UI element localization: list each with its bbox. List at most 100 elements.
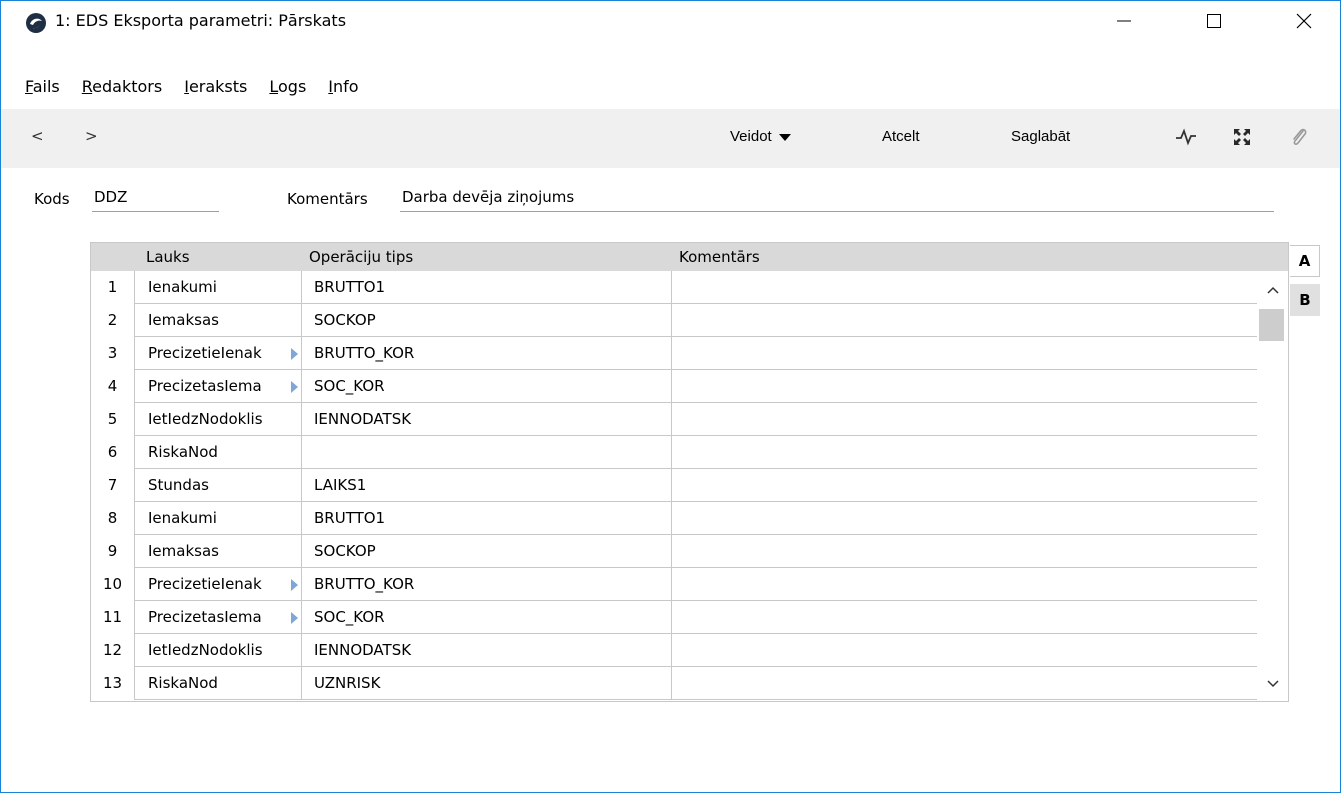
menu-fails[interactable]: Fails xyxy=(25,77,60,103)
cell-lauks[interactable]: IetIedzNodoklis xyxy=(134,403,301,436)
table-row[interactable]: 3 PrecizetieIenak BRUTTO_KOR xyxy=(91,337,1257,370)
cell-operaciju-tips[interactable]: SOC_KOR xyxy=(301,370,671,403)
title-bar: 1: EDS Eksporta parametri: Pārskats xyxy=(1,1,1340,45)
table-row[interactable]: 4 PrecizetasIema SOC_KOR xyxy=(91,370,1257,403)
next-record-button[interactable]: > xyxy=(85,127,98,145)
cell-lauks[interactable]: PrecizetieIenak xyxy=(134,337,301,370)
cell-operaciju-tips-text: IENNODATSK xyxy=(314,641,412,659)
row-number-text: 1 xyxy=(107,278,118,296)
cell-komentars[interactable] xyxy=(671,403,1257,436)
close-icon xyxy=(1296,13,1312,33)
cell-operaciju-tips[interactable]: SOCKOP xyxy=(301,535,671,568)
table-row[interactable]: 12 IetIedzNodoklis IENNODATSK xyxy=(91,634,1257,667)
row-number: 13 xyxy=(91,667,134,700)
cell-operaciju-tips[interactable]: BRUTTO_KOR xyxy=(301,568,671,601)
table-row[interactable]: 11 PrecizetasIema SOC_KOR xyxy=(91,601,1257,634)
table-row[interactable]: 13 RiskaNod UZNRISK xyxy=(91,667,1257,700)
scroll-up-icon[interactable] xyxy=(1257,281,1288,299)
table-row[interactable]: 2 Iemaksas SOCKOP xyxy=(91,304,1257,337)
table-row[interactable]: 1 Ienakumi BRUTTO1 xyxy=(91,271,1257,304)
table-row[interactable]: 9 Iemaksas SOCKOP xyxy=(91,535,1257,568)
cell-lauks-text: PrecizetasIema xyxy=(148,377,262,395)
cell-komentars[interactable] xyxy=(671,667,1257,700)
table-row[interactable]: 8 Ienakumi BRUTTO1 xyxy=(91,502,1257,535)
cell-komentars[interactable] xyxy=(671,436,1257,469)
column-header-lauks[interactable]: Lauks xyxy=(146,248,190,266)
cell-komentars[interactable] xyxy=(671,502,1257,535)
previous-record-button[interactable]: < xyxy=(31,127,44,145)
minimize-button[interactable] xyxy=(1101,1,1147,45)
cell-operaciju-tips-text: LAIKS1 xyxy=(314,476,367,494)
row-number: 9 xyxy=(91,535,134,568)
table-row[interactable]: 5 IetIedzNodoklis IENNODATSK xyxy=(91,403,1257,436)
save-button[interactable]: Saglabāt xyxy=(1011,128,1070,145)
cell-lauks-text: PrecizetieIenak xyxy=(148,575,262,593)
vertical-scrollbar[interactable] xyxy=(1257,271,1288,701)
code-label: Kods xyxy=(34,190,70,208)
cell-operaciju-tips[interactable]: IENNODATSK xyxy=(301,634,671,667)
scrollbar-thumb[interactable] xyxy=(1259,309,1284,341)
cancel-button[interactable]: Atcelt xyxy=(882,128,920,145)
window-title: 1: EDS Eksporta parametri: Pārskats xyxy=(55,11,347,30)
row-number-text: 5 xyxy=(107,410,118,428)
scroll-down-icon[interactable] xyxy=(1257,675,1288,693)
cell-komentars[interactable] xyxy=(671,271,1257,304)
menu-logs[interactable]: Logs xyxy=(269,77,306,103)
column-header-operaciju-tips[interactable]: Operāciju tips xyxy=(309,248,413,266)
menu-ieraksts[interactable]: Ieraksts xyxy=(184,77,247,103)
cell-lauks[interactable]: Iemaksas xyxy=(134,535,301,568)
cell-komentars[interactable] xyxy=(671,337,1257,370)
tab-b[interactable]: B xyxy=(1290,284,1320,316)
row-number: 11 xyxy=(91,601,134,634)
cell-lauks[interactable]: IetIedzNodoklis xyxy=(134,634,301,667)
expand-icon[interactable] xyxy=(1229,124,1255,150)
table-row[interactable]: 7 Stundas LAIKS1 xyxy=(91,469,1257,502)
maximize-icon xyxy=(1206,13,1222,33)
cell-lauks[interactable]: Ienakumi xyxy=(134,271,301,304)
cell-komentars[interactable] xyxy=(671,601,1257,634)
tab-a[interactable]: A xyxy=(1290,245,1320,277)
cell-lauks-text: PrecizetieIenak xyxy=(148,344,262,362)
table-row[interactable]: 6 RiskaNod xyxy=(91,436,1257,469)
cell-operaciju-tips[interactable]: BRUTTO_KOR xyxy=(301,337,671,370)
cell-komentars[interactable] xyxy=(671,304,1257,337)
cell-lauks[interactable]: PrecizetasIema xyxy=(134,601,301,634)
activity-icon[interactable] xyxy=(1173,124,1199,150)
cell-lauks[interactable]: RiskaNod xyxy=(134,436,301,469)
cell-lauks[interactable]: Stundas xyxy=(134,469,301,502)
cell-komentars[interactable] xyxy=(671,568,1257,601)
column-header-komentars[interactable]: Komentārs xyxy=(679,248,760,266)
cell-operaciju-tips[interactable]: SOCKOP xyxy=(301,304,671,337)
cell-lauks[interactable]: Ienakumi xyxy=(134,502,301,535)
paperclip-icon[interactable] xyxy=(1286,124,1312,150)
cell-komentars[interactable] xyxy=(671,469,1257,502)
row-number-text: 8 xyxy=(107,509,118,527)
cell-lauks[interactable]: PrecizetasIema xyxy=(134,370,301,403)
cell-komentars[interactable] xyxy=(671,535,1257,568)
parameters-table: Lauks Operāciju tips Komentārs 1 Ienakumi… xyxy=(90,242,1289,702)
maximize-button[interactable] xyxy=(1191,1,1237,45)
cell-lauks[interactable]: Iemaksas xyxy=(134,304,301,337)
menu-redaktors[interactable]: Redaktors xyxy=(82,77,162,103)
cell-komentars[interactable] xyxy=(671,370,1257,403)
cell-lauks[interactable]: PrecizetieIenak xyxy=(134,568,301,601)
cell-operaciju-tips[interactable]: UZNRISK xyxy=(301,667,671,700)
cell-lauks-text: Ienakumi xyxy=(148,278,217,296)
cell-operaciju-tips-text: IENNODATSK xyxy=(314,410,412,428)
comment-field[interactable]: Darba devēja ziņojums xyxy=(400,188,1274,212)
cell-lauks-text: Stundas xyxy=(148,476,209,494)
close-button[interactable] xyxy=(1281,1,1327,45)
cell-operaciju-tips[interactable]: LAIKS1 xyxy=(301,469,671,502)
cell-operaciju-tips[interactable]: BRUTTO1 xyxy=(301,502,671,535)
cell-komentars[interactable] xyxy=(671,634,1257,667)
cell-operaciju-tips[interactable]: IENNODATSK xyxy=(301,403,671,436)
code-field[interactable]: DDZ xyxy=(92,188,219,212)
cell-operaciju-tips[interactable]: BRUTTO1 xyxy=(301,271,671,304)
row-number-text: 11 xyxy=(102,608,123,626)
cell-operaciju-tips[interactable] xyxy=(301,436,671,469)
cell-lauks[interactable]: RiskaNod xyxy=(134,667,301,700)
cell-operaciju-tips[interactable]: SOC_KOR xyxy=(301,601,671,634)
table-row[interactable]: 10 PrecizetieIenak BRUTTO_KOR xyxy=(91,568,1257,601)
create-dropdown-button[interactable]: Veidot xyxy=(730,128,791,146)
menu-info[interactable]: Info xyxy=(328,77,358,103)
